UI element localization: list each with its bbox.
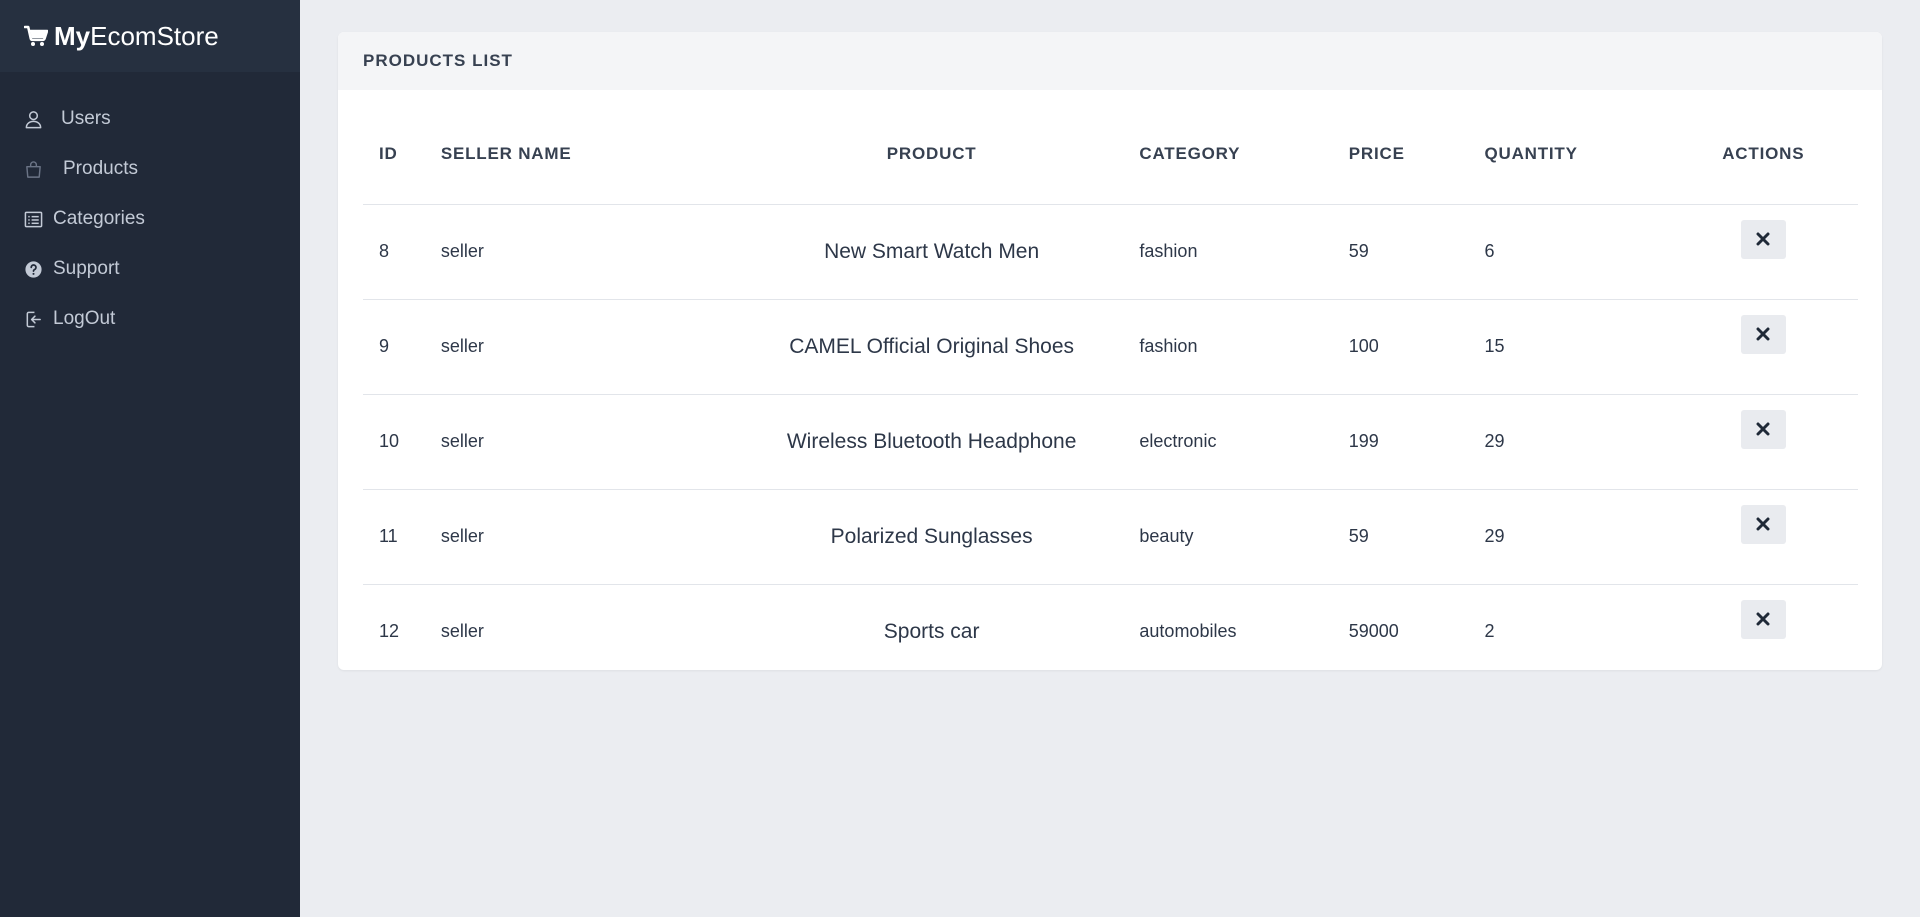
header-id[interactable]: ID — [363, 144, 441, 205]
cell-id: 8 — [363, 204, 441, 300]
cell-category: fashion — [1139, 204, 1349, 300]
list-icon — [24, 211, 43, 227]
cell-category: automobiles — [1139, 584, 1349, 670]
close-icon — [1756, 517, 1770, 531]
cell-actions — [1668, 299, 1858, 395]
cell-category: beauty — [1139, 489, 1349, 585]
cell-product: New Smart Watch Men — [723, 204, 1140, 300]
cell-seller: seller — [440, 489, 724, 585]
cell-id: 10 — [363, 394, 441, 490]
user-icon — [25, 110, 42, 128]
cell-quantity: 6 — [1484, 204, 1669, 300]
cell-actions — [1668, 204, 1858, 300]
cell-price: 59 — [1348, 204, 1485, 300]
sidebar-item-users[interactable]: Users — [0, 94, 300, 144]
cell-product: CAMEL Official Original Shoes — [723, 299, 1140, 395]
header-category[interactable]: CATEGORY — [1139, 144, 1349, 205]
sidebar-item-products[interactable]: Products — [0, 144, 300, 194]
cell-price: 59000 — [1348, 584, 1485, 670]
delete-button[interactable] — [1740, 219, 1786, 259]
brand-name-bold: My — [54, 20, 91, 51]
header-price[interactable]: PRICE — [1348, 144, 1485, 205]
logout-icon — [26, 311, 41, 327]
cell-actions — [1668, 394, 1858, 490]
sidebar-item-label: Products — [63, 158, 138, 179]
sidebar-nav: Users Products Categories Support LogOut — [0, 94, 300, 344]
cell-id: 9 — [363, 299, 441, 395]
cell-actions — [1668, 584, 1858, 670]
cell-price: 199 — [1348, 394, 1485, 490]
brand-logo[interactable]: My EcomStore — [0, 0, 300, 72]
products-card: PRODUCTS LIST ID SELLER NAME PRODUCT CAT… — [338, 32, 1882, 670]
cell-quantity: 29 — [1484, 489, 1669, 585]
cell-product: Wireless Bluetooth Headphone — [723, 394, 1140, 490]
delete-button[interactable] — [1740, 599, 1786, 639]
table-header-row: ID SELLER NAME PRODUCT CATEGORY PRICE QU… — [363, 144, 1858, 205]
sidebar: My EcomStore Users Products Categories S… — [0, 0, 300, 917]
cell-category: fashion — [1139, 299, 1349, 395]
cell-seller: seller — [440, 204, 724, 300]
header-product[interactable]: PRODUCT — [723, 144, 1140, 205]
cell-seller: seller — [440, 394, 724, 490]
table-row: 12 seller Sports car automobiles 59000 2 — [363, 584, 1858, 670]
shopping-bag-icon — [26, 160, 41, 178]
cell-price: 100 — [1348, 299, 1485, 395]
close-icon — [1756, 232, 1770, 246]
table-row: 8 seller New Smart Watch Men fashion 59 … — [363, 204, 1858, 300]
cell-category: electronic — [1139, 394, 1349, 490]
header-seller-name[interactable]: SELLER NAME — [440, 144, 724, 205]
sidebar-item-label: Categories — [53, 208, 145, 229]
delete-button[interactable] — [1740, 409, 1786, 449]
brand-name-rest: EcomStore — [90, 20, 219, 51]
sidebar-item-label: Support — [53, 258, 120, 279]
products-table: ID SELLER NAME PRODUCT CATEGORY PRICE QU… — [363, 144, 1858, 670]
cell-actions — [1668, 489, 1858, 585]
sidebar-item-logout[interactable]: LogOut — [0, 294, 300, 344]
delete-button[interactable] — [1740, 504, 1786, 544]
close-icon — [1756, 422, 1770, 436]
cell-quantity: 2 — [1484, 584, 1669, 670]
table-row: 9 seller CAMEL Official Original Shoes f… — [363, 299, 1858, 395]
table-row: 10 seller Wireless Bluetooth Headphone e… — [363, 394, 1858, 490]
sidebar-item-categories[interactable]: Categories — [0, 194, 300, 244]
sidebar-item-support[interactable]: Support — [0, 244, 300, 294]
cell-seller: seller — [440, 299, 724, 395]
cell-id: 12 — [363, 584, 441, 670]
sidebar-item-label: Users — [61, 108, 111, 129]
cell-seller: seller — [440, 584, 724, 670]
cell-product: Sports car — [723, 584, 1140, 670]
cell-product: Polarized Sunglasses — [723, 489, 1140, 585]
cell-quantity: 29 — [1484, 394, 1669, 490]
cell-quantity: 15 — [1484, 299, 1669, 395]
question-circle-icon — [25, 260, 42, 278]
close-icon — [1756, 327, 1770, 341]
sidebar-item-label: LogOut — [53, 308, 116, 329]
table-row: 11 seller Polarized Sunglasses beauty 59… — [363, 489, 1858, 585]
card-title: PRODUCTS LIST — [338, 32, 1882, 90]
header-quantity[interactable]: QUANTITY — [1484, 144, 1669, 205]
close-icon — [1756, 612, 1770, 626]
cell-id: 11 — [363, 489, 441, 585]
header-actions: ACTIONS — [1668, 144, 1858, 205]
cart-icon — [24, 25, 48, 46]
cell-price: 59 — [1348, 489, 1485, 585]
delete-button[interactable] — [1740, 314, 1786, 354]
